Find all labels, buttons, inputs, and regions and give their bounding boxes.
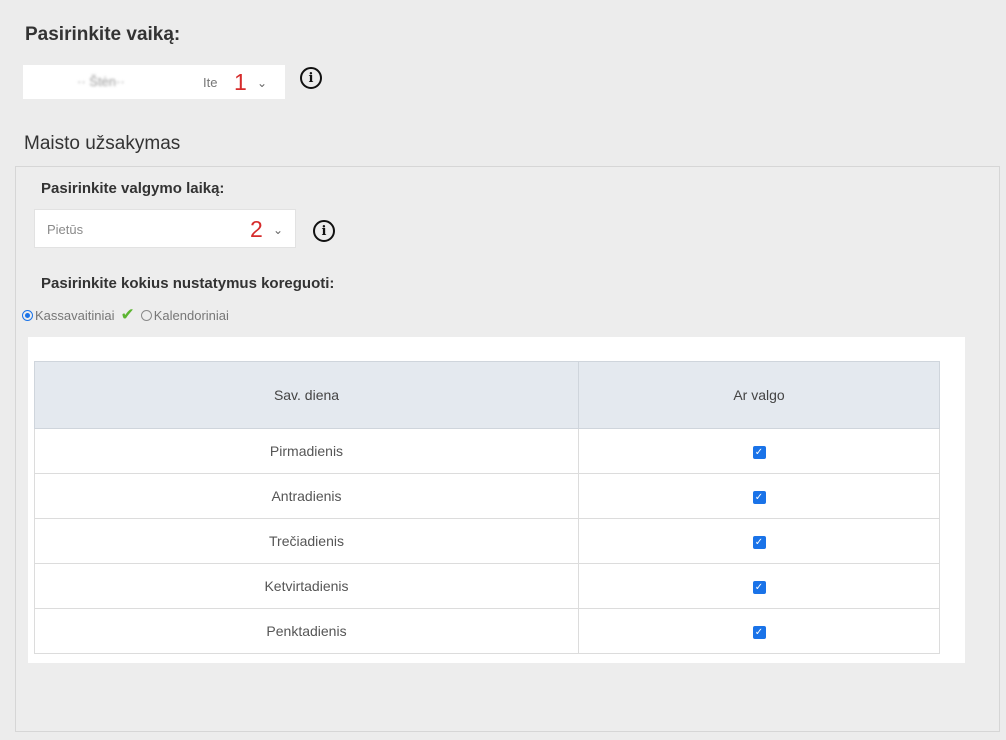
radio-weekly-label[interactable]: Kassavaitiniai (35, 308, 115, 323)
column-header-day: Sav. diena (34, 361, 579, 429)
child-select-value: ·· Štėn·· (77, 74, 125, 89)
meal-select-label: Pasirinkite valgymo laiką: (41, 180, 225, 197)
radio-calendar-label[interactable]: Kalendoriniai (154, 308, 229, 323)
eats-checkbox[interactable]: ✓ (752, 535, 766, 549)
checkmark-icon: ✔ (120, 305, 135, 324)
table-row: Ketvirtadienis ✓ (34, 563, 940, 609)
eats-checkbox[interactable]: ✓ (752, 625, 766, 639)
child-select-label: Pasirinkite vaiką: (25, 24, 181, 45)
info-icon[interactable]: i (300, 67, 322, 89)
eats-checkbox[interactable]: ✓ (752, 580, 766, 594)
day-cell: Penktadienis (34, 608, 579, 654)
section-title: Maisto užsakymas (24, 133, 181, 154)
child-select[interactable]: ·· Štėn·· Ite 1 ⌄ (23, 65, 285, 99)
settings-radio-group: Kassavaitiniai ✔ Kalendoriniai (22, 305, 229, 325)
eats-cell: ✓ (578, 608, 940, 654)
info-icon[interactable]: i (313, 220, 335, 242)
child-select-value-tail: Ite (203, 75, 218, 90)
meal-select[interactable]: Pietūs 2 ⌄ (34, 209, 296, 248)
day-cell: Trečiadienis (34, 518, 579, 564)
eats-cell: ✓ (578, 563, 940, 609)
annotation-marker-2: 2 (250, 216, 263, 242)
radio-calendar[interactable] (140, 309, 152, 321)
settings-label: Pasirinkite kokius nustatymus koreguoti: (41, 275, 335, 292)
eats-cell: ✓ (578, 473, 940, 519)
meal-select-value: Pietūs (47, 222, 84, 237)
table-row: Penktadienis ✓ (34, 608, 940, 654)
table-row: Antradienis ✓ (34, 473, 940, 519)
eats-cell: ✓ (578, 518, 940, 564)
eats-checkbox[interactable]: ✓ (752, 490, 766, 504)
chevron-down-icon: ⌄ (273, 223, 284, 237)
annotation-marker-1: 1 (234, 69, 247, 95)
day-cell: Pirmadienis (34, 428, 579, 474)
radio-weekly[interactable] (22, 309, 33, 321)
weekday-table: Sav. diena Ar valgo Pirmadienis ✓ Antrad… (34, 361, 940, 654)
table-row: Trečiadienis ✓ (34, 518, 940, 564)
table-row: Pirmadienis ✓ (34, 428, 940, 474)
chevron-down-icon: ⌄ (257, 76, 268, 90)
column-header-eats: Ar valgo (578, 361, 940, 429)
eats-checkbox[interactable]: ✓ (752, 445, 766, 459)
day-cell: Antradienis (34, 473, 579, 519)
eats-cell: ✓ (578, 428, 940, 474)
day-cell: Ketvirtadienis (34, 563, 579, 609)
